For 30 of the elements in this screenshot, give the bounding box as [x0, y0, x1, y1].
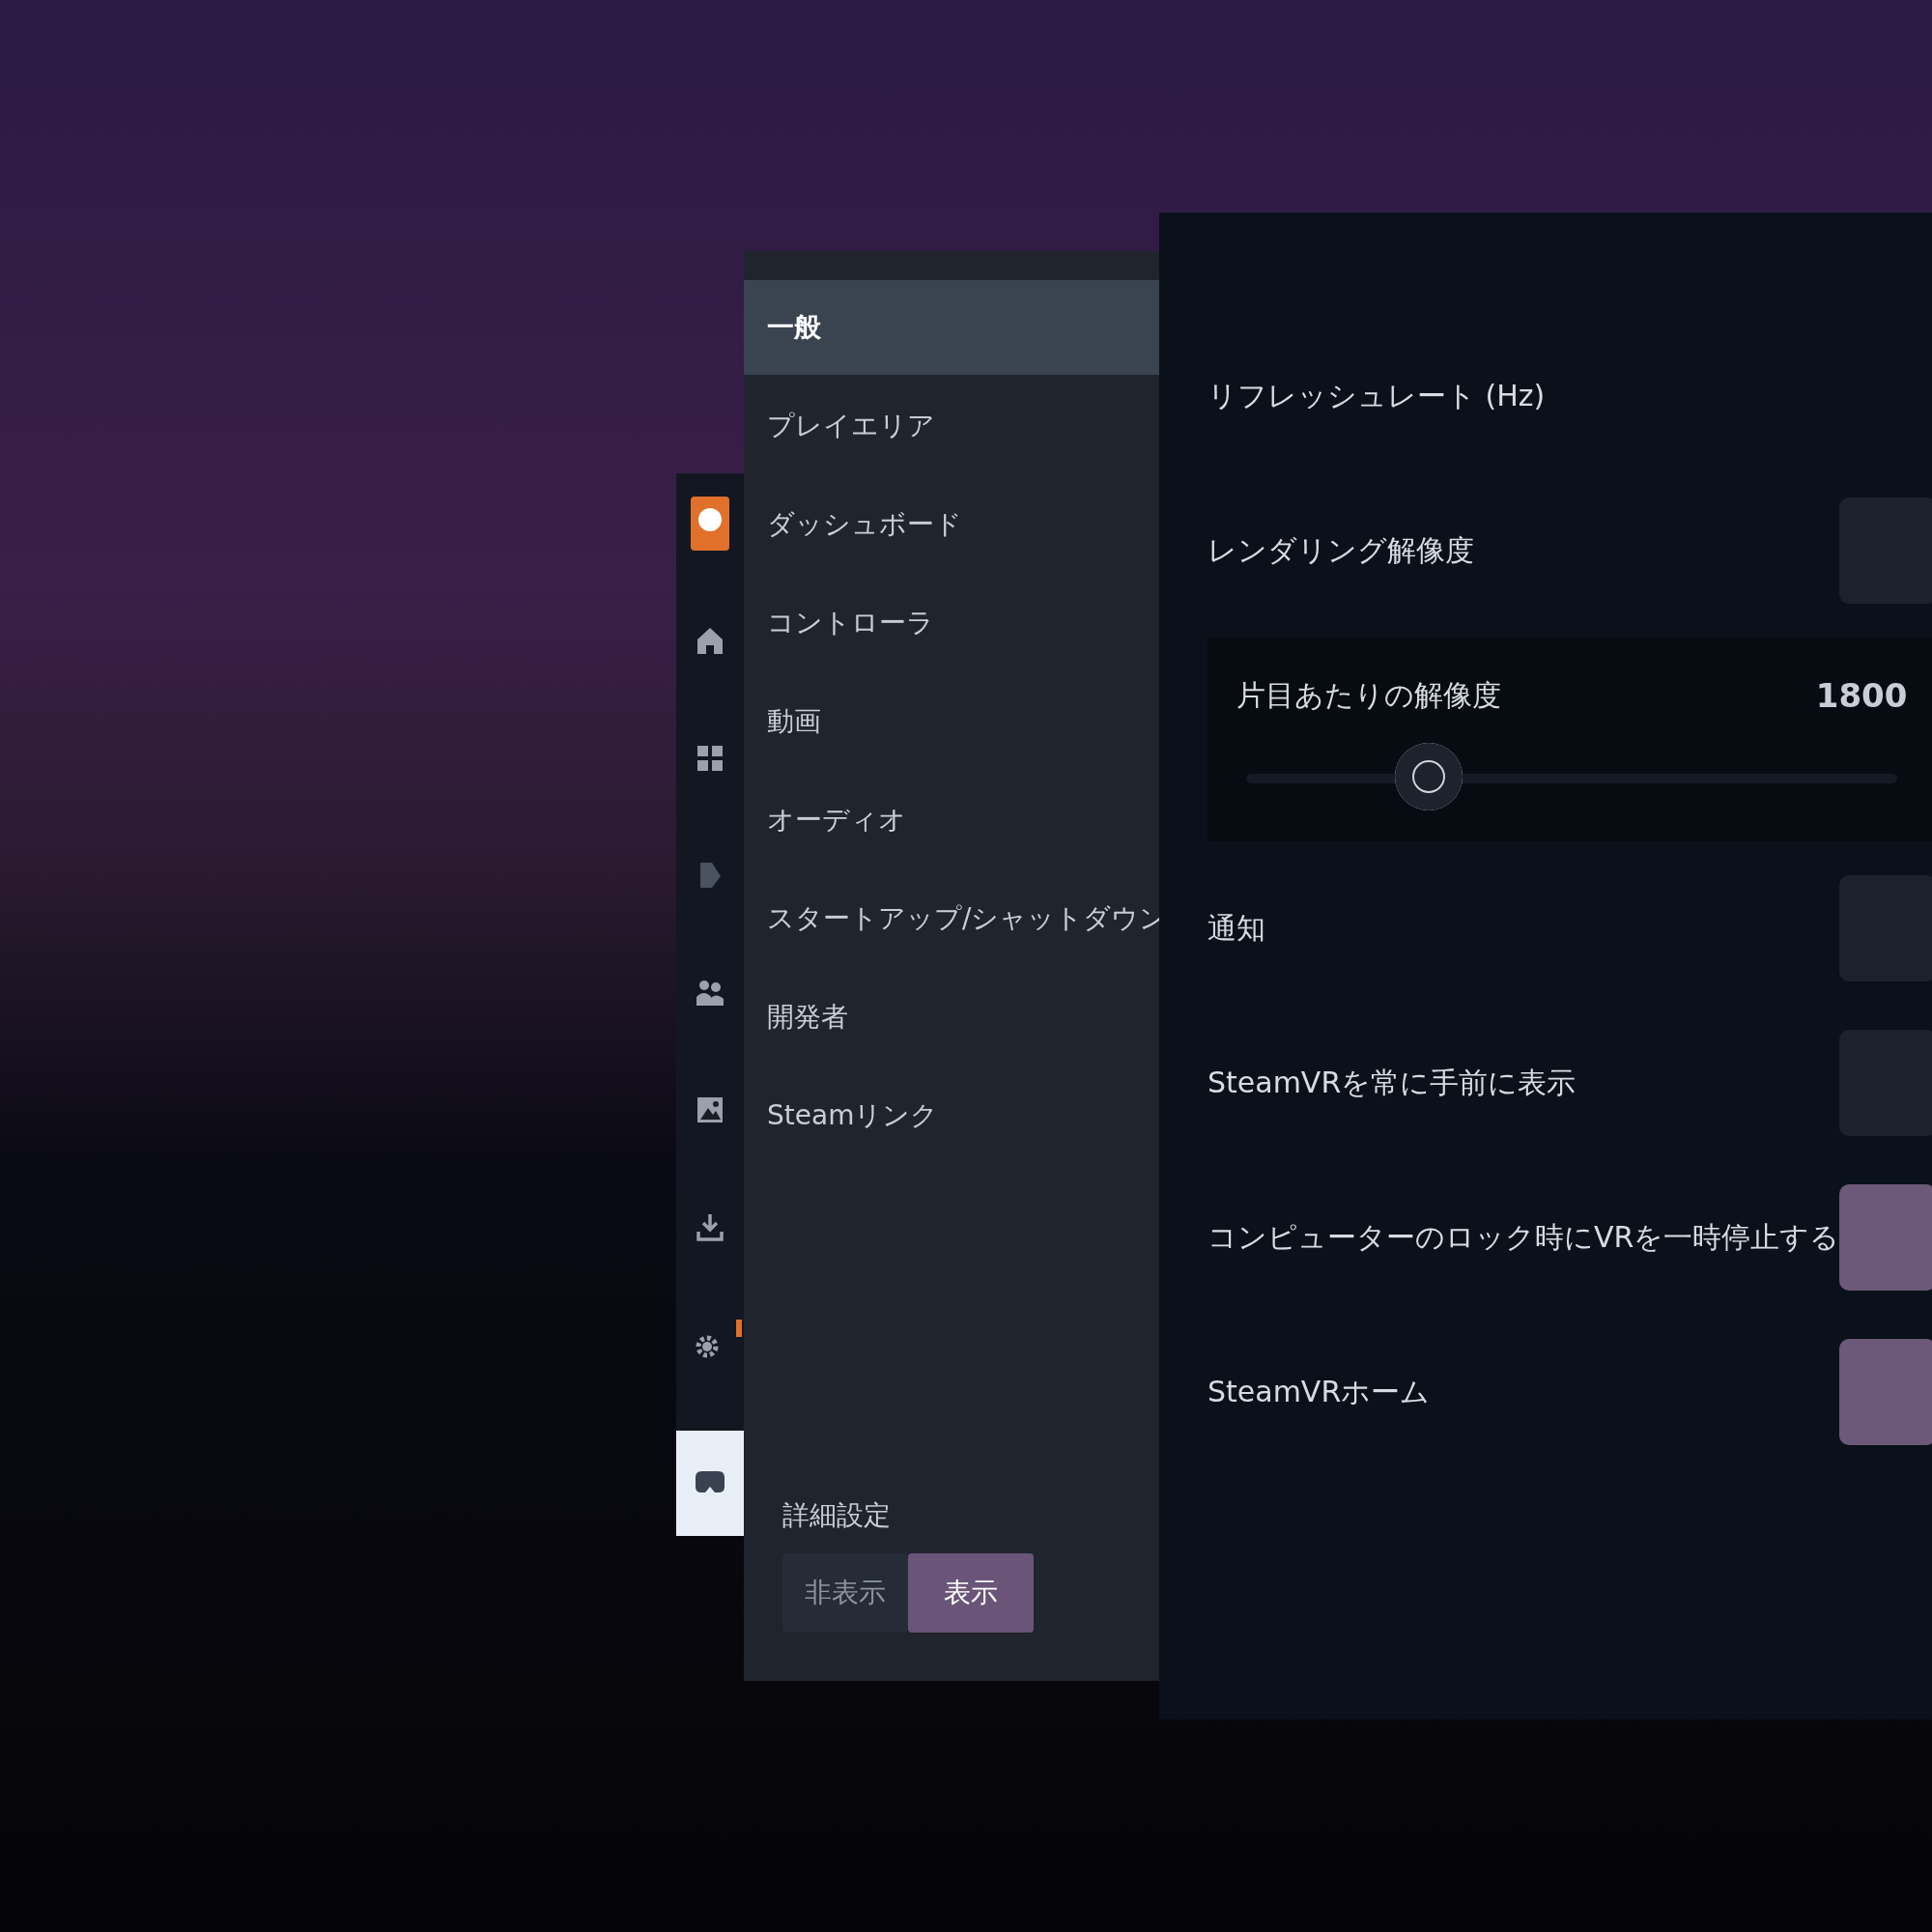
menu-item[interactable]: コントローラ: [744, 576, 1159, 670]
menu-item[interactable]: プレイエリア: [744, 379, 1159, 473]
segment-option[interactable]: 表示: [908, 1553, 1034, 1633]
setting-label: 片目あたりの解像度: [1236, 677, 1501, 714]
logo-icon: [691, 496, 729, 551]
setting-label: レンダリング解像度: [1208, 531, 1474, 569]
segment-option[interactable]: 非表示: [782, 1553, 908, 1633]
toggle-switch[interactable]: [1839, 1184, 1932, 1291]
image-icon: [696, 1095, 724, 1123]
setting-label: SteamVRホーム: [1208, 1373, 1431, 1410]
resolution-reading: 1800: [1815, 676, 1908, 716]
setting-label: コンピューターのロック時にVRを一時停止する: [1208, 1218, 1840, 1256]
grid-icon: [697, 745, 723, 771]
menu-item[interactable]: Steamリンク: [744, 1068, 1159, 1163]
setting-label: SteamVRを常に手前に表示: [1208, 1064, 1577, 1101]
menu-item[interactable]: 一般: [744, 280, 1159, 375]
download-icon: [696, 1212, 724, 1242]
advanced-settings-label: 詳細設定: [782, 1498, 892, 1533]
menu-item[interactable]: 動画: [744, 674, 1159, 769]
setting-label: 通知: [1208, 909, 1265, 947]
menu-item[interactable]: オーディオ: [744, 773, 1159, 867]
dock-button[interactable]: [676, 1431, 744, 1536]
alert-mark: [736, 1319, 742, 1337]
setting-label: リフレッシュレート (Hz): [1208, 377, 1546, 414]
toggle-switch[interactable]: [1839, 1339, 1932, 1445]
tag-icon: [697, 860, 723, 890]
people-icon: [696, 979, 724, 1007]
home-icon: [696, 626, 724, 656]
menu-item[interactable]: ダッシュボード: [744, 477, 1159, 572]
menu-item[interactable]: 開発者: [744, 970, 1159, 1065]
